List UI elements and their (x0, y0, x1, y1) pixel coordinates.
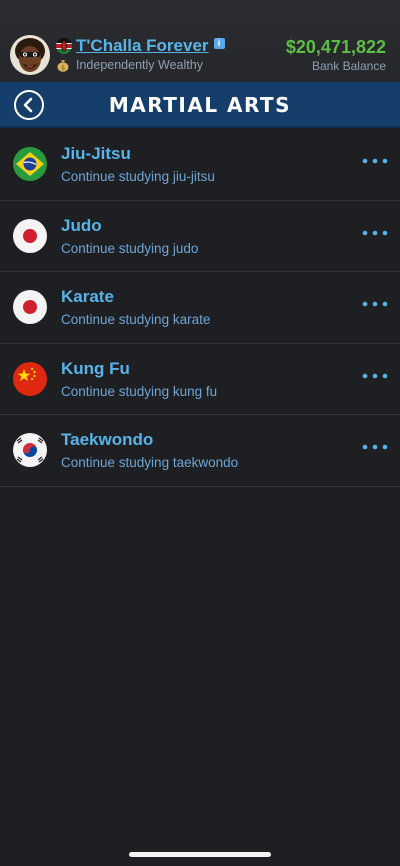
item-title: Kung Fu (61, 358, 130, 378)
item-subtitle: Continue studying taekwondo (61, 455, 239, 470)
item-subtitle: Continue studying judo (61, 240, 199, 256)
home-indicator[interactable] (129, 852, 271, 857)
item-title: Jiu-Jitsu (61, 144, 131, 163)
list-item[interactable]: Jiu-Jitsu Continue studying jiu-jitsu (0, 129, 400, 201)
kenya-flag-icon (56, 38, 72, 54)
japan-flag-icon (13, 218, 47, 253)
japan-flag-icon (13, 290, 47, 324)
svg-text:$: $ (61, 65, 65, 72)
item-title: Judo (61, 215, 102, 235)
list-item[interactable]: Taekwondo Continue studying taekwondo (0, 415, 400, 487)
south-korea-flag-icon (13, 433, 47, 467)
list-item[interactable]: Karate Continue studying karate (0, 272, 400, 344)
status-text: Independently Wealthy (76, 58, 203, 72)
info-icon[interactable]: i (213, 37, 225, 49)
more-options-icon[interactable] (360, 155, 390, 167)
more-options-icon[interactable] (360, 298, 390, 310)
item-subtitle: Continue studying kung fu (61, 383, 218, 399)
profile-name[interactable]: T'Challa Forever (76, 36, 209, 56)
item-title: Taekwondo (61, 430, 154, 449)
item-subtitle: Continue studying jiu-jitsu (61, 169, 215, 184)
profile-name-row: T'Challa Forever i (56, 36, 225, 56)
item-subtitle: Continue studying karate (61, 312, 211, 327)
page-title: MARTIAL ARTS (108, 93, 292, 117)
titlebar: MARTIAL ARTS (0, 82, 400, 128)
martial-arts-list: Jiu-Jitsu Continue studying jiu-jitsu Ju… (0, 129, 400, 487)
more-options-icon[interactable] (360, 441, 390, 453)
avatar[interactable] (10, 35, 50, 75)
bank-balance: $20,471,822 (285, 37, 386, 57)
more-options-icon[interactable] (360, 370, 390, 382)
item-title: Karate (61, 287, 114, 306)
china-flag-icon (13, 361, 47, 396)
bank-balance-label: Bank Balance (311, 59, 386, 73)
status-row: $ Independently Wealthy (56, 58, 203, 72)
brazil-flag-icon (13, 147, 47, 181)
list-item[interactable]: Kung Fu Continue studying kung fu (0, 344, 400, 415)
money-bag-icon: $ (57, 60, 69, 72)
list-item[interactable]: Judo Continue studying judo (0, 201, 400, 272)
more-options-icon[interactable] (360, 227, 390, 239)
header: T'Challa Forever i $ Independently Wealt… (0, 0, 400, 82)
